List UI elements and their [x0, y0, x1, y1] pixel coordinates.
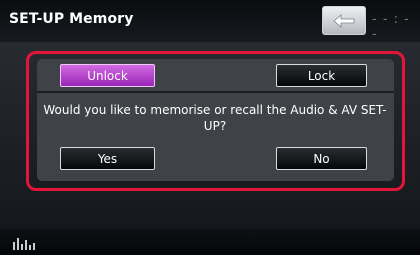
setup-memory-screen: SET-UP Memory - - : - - Unlock Lock Woul…: [0, 0, 420, 255]
equalizer-icon: [13, 236, 35, 250]
lock-button[interactable]: Lock: [276, 64, 367, 87]
back-button[interactable]: [322, 6, 366, 35]
question-text: Would you like to memorise or recall the…: [43, 103, 387, 133]
bottom-bar: [0, 229, 420, 255]
panel-divider: [37, 91, 394, 93]
no-button[interactable]: No: [276, 147, 367, 170]
equalizer-button[interactable]: [9, 232, 39, 252]
back-arrow-icon: [333, 13, 355, 28]
page-title: SET-UP Memory: [9, 11, 134, 27]
yes-button[interactable]: Yes: [60, 147, 155, 170]
title-bar: SET-UP Memory - - : - -: [0, 0, 420, 42]
unlock-button[interactable]: Unlock: [60, 64, 155, 87]
clock-display: - - : - -: [372, 12, 410, 42]
